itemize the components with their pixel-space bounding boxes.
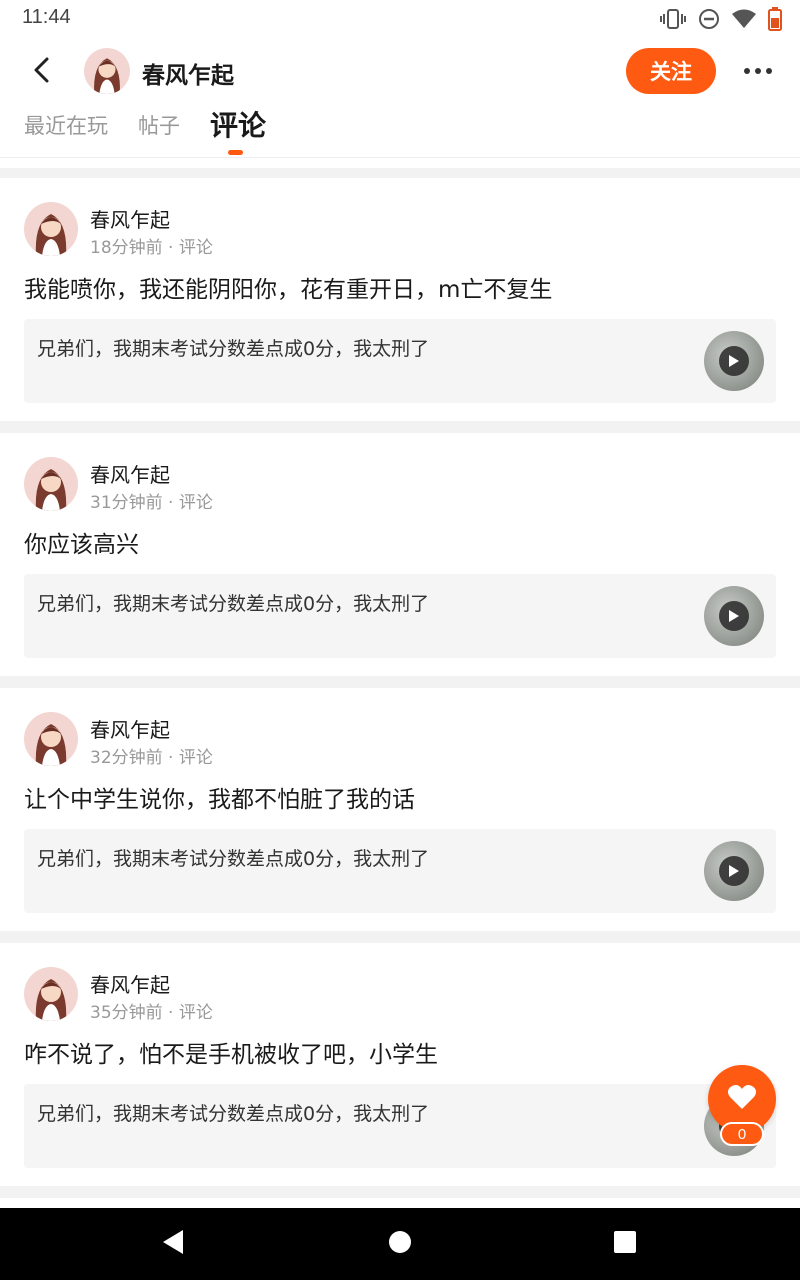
comment-card[interactable]: 春风乍起 32分钟前 · 评论 让个中学生说你，我都不怕脏了我的话 兄弟们，我期…	[0, 688, 800, 931]
like-count: 0	[720, 1122, 764, 1146]
back-arrow-icon	[32, 56, 52, 88]
status-icons	[660, 6, 782, 32]
tab-recent-playing[interactable]: 最近在玩	[24, 110, 108, 140]
comment-meta: 31分钟前 · 评论	[90, 493, 213, 513]
play-icon	[719, 856, 749, 886]
comment-author[interactable]: 春风乍起	[90, 204, 170, 233]
more-button[interactable]	[738, 56, 778, 86]
quoted-post-title: 兄弟们，我期末考试分数差点成0分，我太刑了	[37, 848, 430, 870]
nav-back-button[interactable]	[133, 1208, 213, 1280]
status-time: 11:44	[22, 6, 71, 28]
comment-author[interactable]: 春风乍起	[90, 714, 170, 743]
back-triangle-icon	[161, 1229, 185, 1259]
divider	[0, 421, 800, 433]
comment-time: 32分钟前	[90, 748, 163, 768]
home-circle-icon	[388, 1230, 412, 1258]
comment-meta: 35分钟前 · 评论	[90, 1003, 213, 1023]
follow-button[interactable]: 关注	[626, 48, 716, 94]
status-bar: 11:44	[0, 0, 800, 40]
battery-icon	[768, 7, 782, 31]
quoted-post[interactable]: 兄弟们，我期末考试分数差点成0分，我太刑了	[24, 1084, 776, 1168]
avatar[interactable]	[24, 457, 78, 511]
comment-text: 你应该高兴	[24, 532, 139, 558]
quoted-post-title: 兄弟们，我期末考试分数差点成0分，我太刑了	[37, 338, 430, 360]
play-icon	[719, 601, 749, 631]
comment-card[interactable]: 春风乍起 31分钟前 · 评论 你应该高兴 兄弟们，我期末考试分数差点成0分，我…	[0, 433, 800, 676]
tab-posts[interactable]: 帖子	[138, 110, 180, 140]
comment-feed: 春风乍起 18分钟前 · 评论 我能喷你，我还能阴阳你，花有重开日，m亡不复生 …	[0, 158, 800, 1198]
avatar[interactable]	[24, 967, 78, 1021]
more-dots-icon	[744, 68, 772, 74]
do-not-disturb-icon	[698, 8, 720, 30]
divider	[0, 1186, 800, 1198]
divider	[0, 168, 800, 178]
divider	[0, 931, 800, 943]
comment-text: 让个中学生说你，我都不怕脏了我的话	[24, 787, 415, 813]
header-user-name: 春风乍起	[142, 63, 234, 89]
comment-card[interactable]: 春风乍起 35分钟前 · 评论 咋不说了，怕不是手机被收了吧，小学生 兄弟们，我…	[0, 943, 800, 1186]
system-nav-bar	[0, 1208, 800, 1280]
avatar[interactable]	[24, 202, 78, 256]
comment-author[interactable]: 春风乍起	[90, 459, 170, 488]
comment-type: 评论	[178, 748, 213, 768]
nav-recents-button[interactable]	[585, 1208, 665, 1280]
video-thumbnail[interactable]	[704, 841, 764, 901]
video-thumbnail[interactable]	[704, 331, 764, 391]
quoted-post[interactable]: 兄弟们，我期末考试分数差点成0分，我太刑了	[24, 829, 776, 913]
heart-icon	[727, 1084, 757, 1114]
comment-text: 我能喷你，我还能阴阳你，花有重开日，m亡不复生	[24, 277, 553, 303]
quoted-post-title: 兄弟们，我期末考试分数差点成0分，我太刑了	[37, 1103, 430, 1125]
comment-type: 评论	[178, 493, 213, 513]
comment-time: 18分钟前	[90, 238, 163, 258]
comment-author[interactable]: 春风乍起	[90, 969, 170, 998]
wifi-icon	[732, 9, 756, 29]
quoted-post-title: 兄弟们，我期末考试分数差点成0分，我太刑了	[37, 593, 430, 615]
vibrate-icon	[660, 8, 686, 30]
avatar[interactable]	[84, 48, 130, 94]
recents-square-icon	[613, 1230, 637, 1258]
nav-home-button[interactable]	[360, 1208, 440, 1280]
quoted-post[interactable]: 兄弟们，我期末考试分数差点成0分，我太刑了	[24, 319, 776, 403]
comment-time: 35分钟前	[90, 1003, 163, 1023]
avatar[interactable]	[24, 712, 78, 766]
quoted-post[interactable]: 兄弟们，我期末考试分数差点成0分，我太刑了	[24, 574, 776, 658]
tab-indicator	[228, 150, 243, 155]
comment-text: 咋不说了，怕不是手机被收了吧，小学生	[24, 1042, 438, 1068]
play-icon	[719, 346, 749, 376]
comment-card[interactable]: 春风乍起 18分钟前 · 评论 我能喷你，我还能阴阳你，花有重开日，m亡不复生 …	[0, 178, 800, 421]
comment-type: 评论	[178, 238, 213, 258]
profile-header: 春风乍起 关注	[0, 40, 800, 104]
comment-meta: 32分钟前 · 评论	[90, 748, 213, 768]
comment-meta: 18分钟前 · 评论	[90, 238, 213, 258]
divider	[0, 676, 800, 688]
comment-time: 31分钟前	[90, 493, 163, 513]
tab-comments[interactable]: 评论	[210, 104, 266, 144]
back-button[interactable]	[22, 54, 62, 90]
comment-type: 评论	[178, 1003, 213, 1023]
profile-tabs: 最近在玩 帖子 评论	[0, 104, 800, 158]
video-thumbnail[interactable]	[704, 586, 764, 646]
